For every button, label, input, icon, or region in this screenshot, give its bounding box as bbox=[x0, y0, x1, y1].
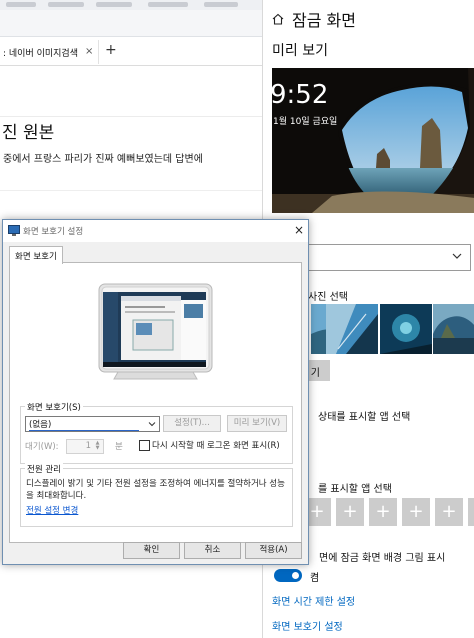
dialog-titlebar[interactable]: 화면 보호기 설정 × bbox=[3, 220, 308, 242]
preview-date: 1월 10일 금요일 bbox=[273, 117, 338, 127]
browser-tab[interactable]: : 네이버 이미지검색 × bbox=[0, 40, 99, 64]
selected-saver: (없음) bbox=[29, 420, 52, 430]
photo-thumbnail[interactable] bbox=[380, 304, 432, 354]
add-app-button[interactable]: + bbox=[336, 498, 364, 526]
detailed-status-label: 상태를 표시할 앱 선택 bbox=[318, 412, 411, 423]
wait-minutes-input[interactable]: 1 ▲ ▼ bbox=[66, 439, 104, 454]
power-group-label: 전원 관리 bbox=[25, 463, 63, 475]
bookmark-item[interactable] bbox=[204, 2, 238, 7]
spinner-icon[interactable]: ▲ ▼ bbox=[93, 441, 102, 452]
settings-title: 잠금 화면 bbox=[292, 11, 356, 30]
screen-timeout-link[interactable]: 화면 시간 제한 설정 bbox=[272, 593, 355, 608]
monitor-icon bbox=[8, 225, 20, 236]
quick-status-label: 를 표시할 앱 선택 bbox=[318, 484, 392, 495]
dialog-title: 화면 보호기 설정 bbox=[23, 227, 84, 237]
photo-thumbnail[interactable] bbox=[326, 304, 378, 354]
ok-button[interactable]: 확인 bbox=[123, 542, 180, 559]
bookmark-item[interactable] bbox=[48, 2, 84, 7]
settings-button[interactable]: 설정(T)... bbox=[163, 415, 221, 432]
change-power-settings-link[interactable]: 전원 설정 변경 bbox=[26, 504, 78, 516]
power-description: 디스플레이 밝기 및 기타 전원 설정을 조정하여 에너지를 절약하거나 성능을… bbox=[26, 479, 285, 501]
settings-header: 잠금 화면 bbox=[271, 7, 356, 31]
resume-logon-label[interactable]: 다시 시작할 때 로그온 화면 표시(R) bbox=[152, 439, 280, 451]
chevron-down-icon bbox=[148, 422, 156, 427]
tab-close-icon[interactable]: × bbox=[85, 46, 93, 57]
screen-saver-select[interactable]: (없음) bbox=[25, 416, 160, 432]
photo-select-label: 사진 선택 bbox=[308, 292, 348, 303]
screen-saver-dialog: 화면 보호기 설정 × 화면 보호기 화면 보호기(S) (없음) 설정(T).… bbox=[2, 219, 309, 565]
toggle-state-label: 켬 bbox=[310, 573, 320, 584]
add-app-button[interactable]: + bbox=[468, 498, 474, 526]
tab-label: 화면 보호기 bbox=[15, 252, 57, 262]
home-icon[interactable] bbox=[271, 12, 285, 26]
new-tab-button[interactable]: + bbox=[105, 42, 117, 58]
photo-thumbnail[interactable] bbox=[433, 304, 474, 354]
desktop-thumbnail bbox=[103, 292, 206, 367]
cancel-button[interactable]: 취소 bbox=[184, 542, 241, 559]
add-app-button[interactable]: + bbox=[369, 498, 397, 526]
screen-saver-link[interactable]: 화면 보호기 설정 bbox=[272, 618, 343, 633]
resume-logon-checkbox[interactable] bbox=[139, 440, 150, 451]
close-icon[interactable]: × bbox=[294, 223, 304, 237]
page-title: 진 원본 bbox=[2, 123, 55, 143]
preview-button[interactable]: 미리 보기(V) bbox=[227, 415, 287, 432]
focus-underline bbox=[29, 430, 139, 431]
page-text: 중에서 프랑스 파리가 진짜 예뻐보였는데 답변에 bbox=[3, 154, 203, 165]
preview-clock: 9:52 bbox=[270, 80, 329, 110]
bookmark-item[interactable] bbox=[96, 2, 132, 7]
wait-unit: 분 bbox=[115, 442, 123, 452]
bookmark-item[interactable] bbox=[148, 2, 188, 7]
tab-strip: : 네이버 이미지검색 × + bbox=[0, 38, 262, 66]
wait-value: 1 bbox=[85, 441, 91, 451]
preview-label: 미리 보기 bbox=[272, 43, 328, 59]
screen-saver-group-label: 화면 보호기(S) bbox=[25, 401, 83, 413]
apply-button[interactable]: 적용(A) bbox=[245, 542, 302, 559]
bookmark-item[interactable] bbox=[6, 2, 36, 7]
wait-label: 대기(W): bbox=[25, 442, 59, 452]
preview-screen bbox=[103, 292, 206, 367]
divider bbox=[0, 190, 262, 191]
show-background-label: 면에 잠금 화면 배경 그림 표시 bbox=[319, 553, 446, 564]
page-header-area bbox=[0, 66, 262, 117]
chevron-down-icon bbox=[452, 253, 462, 259]
toggle-knob bbox=[292, 572, 299, 579]
tab-screen-saver[interactable]: 화면 보호기 bbox=[9, 246, 63, 264]
show-background-toggle[interactable] bbox=[274, 569, 302, 582]
tab-title: : 네이버 이미지검색 bbox=[3, 48, 78, 59]
browse-button-label: 기 bbox=[310, 368, 320, 379]
add-app-button[interactable]: + bbox=[402, 498, 430, 526]
add-app-button[interactable]: + bbox=[435, 498, 463, 526]
browser-toolbar bbox=[0, 10, 262, 37]
